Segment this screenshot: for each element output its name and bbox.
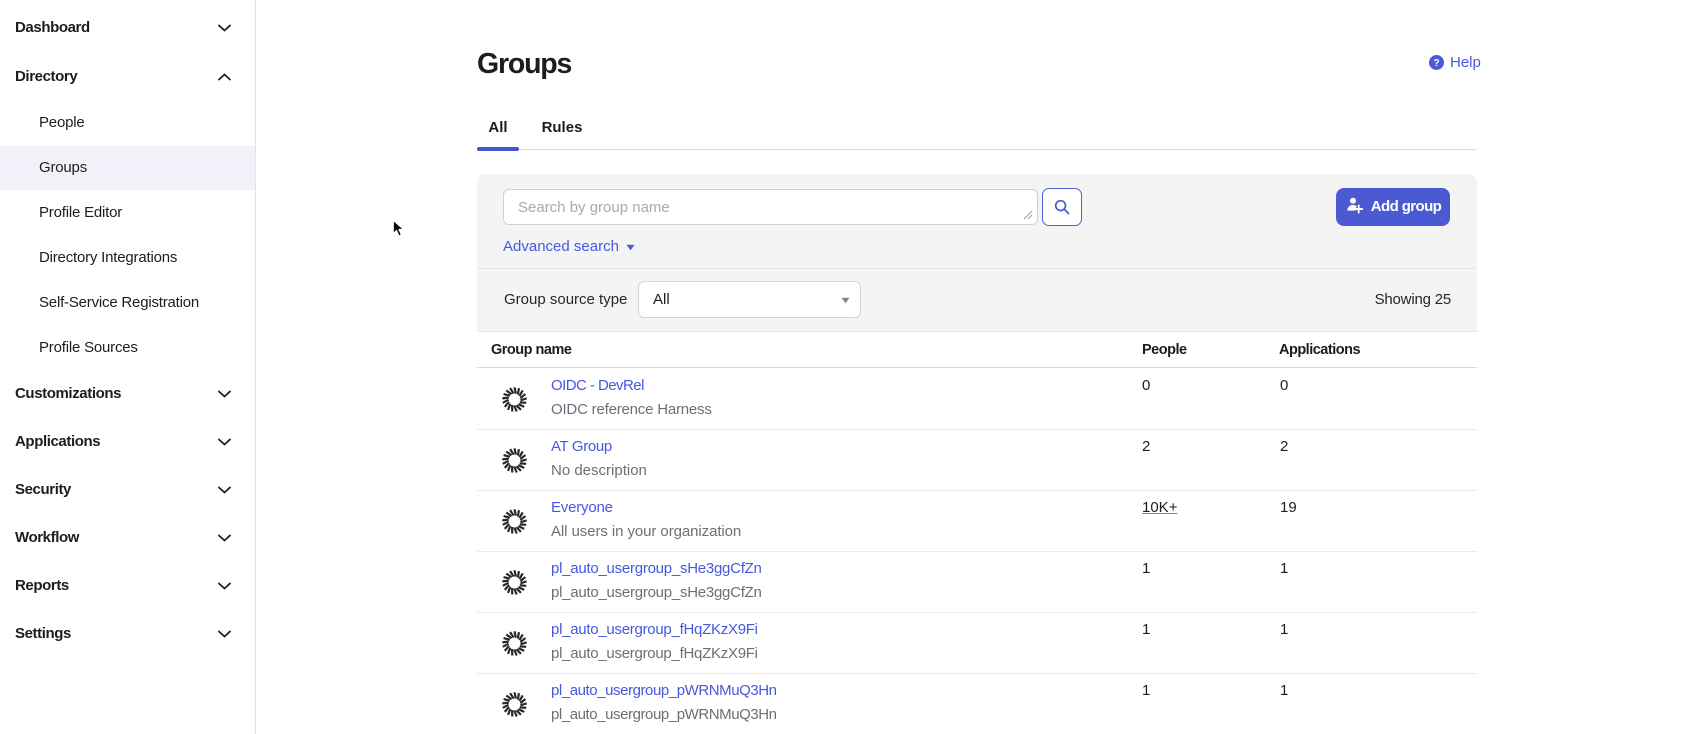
svg-text:?: ? bbox=[1433, 58, 1439, 69]
